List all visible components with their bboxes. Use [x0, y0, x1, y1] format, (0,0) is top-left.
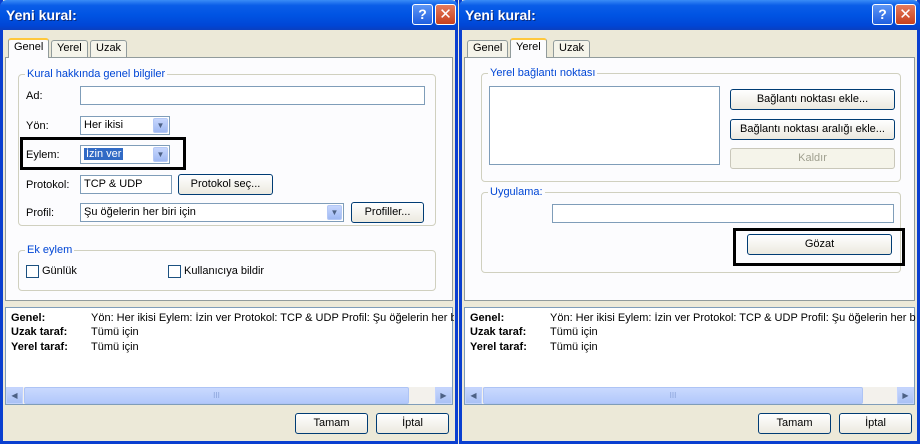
- scroll-thumb[interactable]: III: [24, 387, 409, 404]
- add-port-button[interactable]: Bağlantı noktası ekle...: [730, 89, 895, 110]
- profile-value: Şu öğelerin her biri için: [84, 206, 196, 218]
- log-label: Günlük: [42, 265, 77, 277]
- tab-uzak[interactable]: Uzak: [553, 40, 591, 57]
- summary-key: Yerel taraf:: [470, 341, 527, 353]
- help-icon[interactable]: ?: [412, 4, 433, 25]
- scroll-thumb[interactable]: III: [483, 387, 863, 404]
- title-bar[interactable]: Yeni kural: ? ✕: [459, 0, 920, 30]
- remove-button[interactable]: Kaldır: [730, 148, 895, 169]
- highlight-box: [20, 137, 186, 170]
- horizontal-scrollbar[interactable]: ◀ III ▶: [6, 387, 452, 404]
- group-legend: Kural hakkında genel bilgiler: [25, 68, 168, 80]
- select-protocol-button[interactable]: Protokol seç...: [178, 174, 273, 195]
- summary-remote-row: Uzak taraf: Tümü için: [11, 326, 454, 340]
- add-port-range-button[interactable]: Bağlantı noktası aralığı ekle...: [730, 119, 895, 140]
- direction-value: Her ikisi: [84, 119, 124, 131]
- scroll-right-icon[interactable]: ▶: [897, 387, 914, 404]
- summary-key: Uzak taraf:: [470, 326, 527, 338]
- direction-label: Yön:: [26, 120, 49, 132]
- summary-key: Genel:: [11, 312, 46, 324]
- window-title: Yeni kural:: [465, 7, 536, 23]
- summary-local-row: Yerel taraf: Tümü için: [11, 341, 454, 355]
- dialog-new-rule-general: Yeni kural: ? ✕ Genel Yerel Uzak Kural h…: [0, 0, 458, 444]
- cancel-button[interactable]: İptal: [376, 413, 449, 434]
- summary-key: Yerel taraf:: [11, 341, 68, 353]
- port-list[interactable]: [489, 86, 720, 165]
- summary-key: Genel:: [470, 312, 505, 324]
- summary-general-row: Genel: Yön: Her ikisi Eylem: İzin ver Pr…: [11, 312, 454, 326]
- summary-value: Yön: Her ikisi Eylem: İzin ver Protokol:…: [91, 312, 454, 324]
- title-bar[interactable]: Yeni kural: ? ✕: [0, 0, 458, 30]
- scroll-left-icon[interactable]: ◀: [465, 387, 482, 404]
- summary-general-row: Genel: Yön: Her ikisi Eylem: İzin ver Pr…: [470, 312, 916, 326]
- profiles-button[interactable]: Profiller...: [351, 202, 424, 223]
- rule-summary: Genel: Yön: Her ikisi Eylem: İzin ver Pr…: [464, 307, 916, 405]
- summary-value: Tümü için: [550, 341, 598, 353]
- summary-value: Tümü için: [91, 326, 139, 338]
- tab-yerel[interactable]: Yerel: [510, 38, 547, 58]
- notify-user-label: Kullanıcıya bildir: [184, 265, 265, 277]
- name-label: Ad:: [26, 90, 43, 102]
- scroll-left-icon[interactable]: ◀: [6, 387, 23, 404]
- summary-value: Yön: Her ikisi Eylem: İzin ver Protokol:…: [550, 312, 916, 324]
- close-icon[interactable]: ✕: [895, 4, 916, 25]
- tab-genel[interactable]: Genel: [467, 40, 509, 57]
- scroll-right-icon[interactable]: ▶: [435, 387, 452, 404]
- ok-button[interactable]: Tamam: [758, 413, 831, 434]
- horizontal-scrollbar[interactable]: ◀ III ▶: [465, 387, 914, 404]
- name-input[interactable]: [80, 86, 425, 105]
- close-icon[interactable]: ✕: [435, 4, 456, 25]
- chevron-down-icon[interactable]: ▼: [153, 118, 168, 133]
- group-legend: Ek eylem: [25, 244, 75, 256]
- highlight-box: [733, 228, 905, 266]
- ok-button[interactable]: Tamam: [295, 413, 368, 434]
- direction-select[interactable]: Her ikisi ▼: [80, 116, 170, 135]
- profile-select[interactable]: Şu öğelerin her biri için ▼: [80, 203, 344, 222]
- summary-local-row: Yerel taraf: Tümü için: [470, 341, 916, 355]
- chevron-down-icon[interactable]: ▼: [327, 205, 342, 220]
- summary-remote-row: Uzak taraf: Tümü için: [470, 326, 916, 340]
- summary-value: Tümü için: [91, 341, 139, 353]
- tab-page-genel: Kural hakkında genel bilgiler Ad: Yön: H…: [5, 57, 453, 301]
- rule-summary: Genel: Yön: Her ikisi Eylem: İzin ver Pr…: [5, 307, 454, 405]
- tab-yerel[interactable]: Yerel: [51, 40, 88, 57]
- dialog-new-rule-local: Yeni kural: ? ✕ Genel Yerel Uzak Yerel b…: [459, 0, 920, 444]
- group-legend: Uygulama:: [488, 186, 545, 198]
- protocol-field[interactable]: TCP & UDP: [80, 175, 172, 194]
- group-legend: Yerel bağlantı noktası: [488, 67, 598, 79]
- tab-page-yerel: Yerel bağlantı noktası Bağlantı noktası …: [464, 57, 915, 301]
- protocol-label: Protokol:: [26, 179, 70, 191]
- cancel-button[interactable]: İptal: [839, 413, 912, 434]
- log-checkbox[interactable]: [26, 265, 39, 278]
- window-title: Yeni kural:: [6, 7, 77, 23]
- summary-key: Uzak taraf:: [11, 326, 68, 338]
- notify-user-checkbox[interactable]: [168, 265, 181, 278]
- tab-uzak[interactable]: Uzak: [90, 40, 128, 57]
- tab-genel[interactable]: Genel: [8, 38, 50, 58]
- application-path-input[interactable]: [552, 204, 894, 223]
- summary-value: Tümü için: [550, 326, 598, 338]
- help-icon[interactable]: ?: [872, 4, 893, 25]
- profile-label: Profil:: [26, 207, 55, 219]
